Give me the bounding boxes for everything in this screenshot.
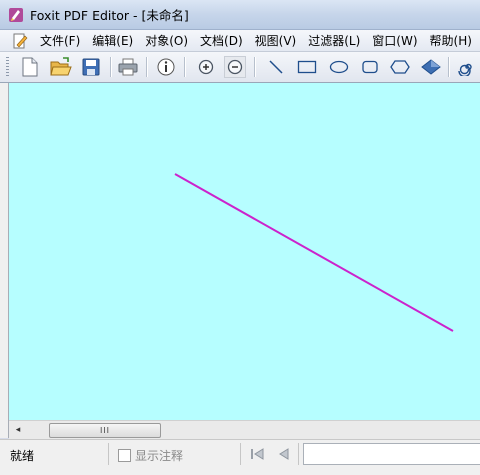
toolbar: [0, 52, 480, 83]
scroll-thumb[interactable]: III: [49, 423, 161, 438]
canvas-drawing: [174, 173, 454, 332]
title-bar: Foxit PDF Editor - [未命名]: [0, 0, 480, 30]
open-folder-icon: [50, 57, 72, 76]
show-annotations-label: 显示注释: [135, 449, 184, 463]
toolbar-separator: [184, 57, 186, 77]
spiral-tool-button[interactable]: [456, 56, 478, 78]
status-separator: [240, 443, 241, 465]
scroll-left-arrow[interactable]: ◂: [11, 423, 25, 437]
ellipse-tool-icon: [329, 60, 349, 74]
menu-window[interactable]: 窗口(W): [366, 32, 423, 49]
document-canvas[interactable]: [9, 83, 480, 420]
rectangle-tool-button[interactable]: [296, 56, 318, 78]
zoom-in-icon: [198, 59, 214, 75]
menu-object[interactable]: 对象(O): [139, 32, 194, 49]
toolbar-separator: [146, 57, 148, 77]
menu-filter[interactable]: 过滤器(L): [302, 32, 366, 49]
toolbar-separator: [448, 57, 450, 77]
info-icon: [157, 58, 175, 76]
first-page-icon: [251, 448, 264, 460]
page-number-field[interactable]: [303, 443, 480, 465]
zoom-in-button[interactable]: [195, 56, 217, 78]
info-button[interactable]: [155, 56, 177, 78]
document-edit-icon[interactable]: [12, 33, 28, 49]
save-button[interactable]: [80, 56, 102, 78]
status-separator: [108, 443, 109, 465]
menu-document[interactable]: 文档(D): [194, 32, 249, 49]
menu-bar: 文件(F) 编辑(E) 对象(O) 文档(D) 视图(V) 过滤器(L) 窗口(…: [0, 30, 480, 52]
toolbar-separator: [254, 57, 256, 77]
left-gutter: [0, 83, 9, 438]
hexagon-tool-icon: [390, 60, 410, 74]
menu-file[interactable]: 文件(F): [34, 32, 86, 49]
horizontal-scrollbar[interactable]: ◂ III: [9, 420, 480, 439]
new-document-icon: [22, 57, 38, 77]
spiral-tool-icon: [458, 63, 472, 76]
previous-page-icon: [279, 448, 289, 460]
menu-help[interactable]: 帮助(H): [424, 32, 478, 49]
ellipse-tool-button[interactable]: [328, 56, 350, 78]
show-annotations-toggle[interactable]: 显示注释: [118, 447, 183, 464]
open-button[interactable]: [50, 56, 72, 78]
first-page-button[interactable]: [247, 444, 267, 464]
line-tool-button[interactable]: [265, 56, 287, 78]
hexagon-tool-button[interactable]: [389, 56, 411, 78]
status-text: 就绪: [10, 449, 35, 463]
new-document-button[interactable]: [19, 56, 41, 78]
diamond-shape-icon: [421, 59, 441, 75]
rounded-rectangle-tool-icon: [362, 60, 378, 74]
line-tool-icon: [269, 60, 283, 74]
printer-icon: [118, 58, 138, 76]
status-bar: 就绪 显示注释: [0, 439, 480, 475]
toolbar-separator: [110, 57, 112, 77]
foxit-app-icon: [9, 7, 23, 22]
toolbar-grip[interactable]: [6, 57, 9, 77]
status-separator: [298, 443, 299, 465]
rectangle-tool-icon: [297, 60, 317, 74]
save-disk-icon: [82, 58, 100, 76]
diamond-tool-button[interactable]: [420, 56, 442, 78]
drawn-line[interactable]: [174, 173, 454, 332]
menu-edit[interactable]: 编辑(E): [86, 32, 139, 49]
menu-view[interactable]: 视图(V): [249, 32, 303, 49]
previous-page-button[interactable]: [274, 444, 294, 464]
rounded-rectangle-tool-button[interactable]: [359, 56, 381, 78]
zoom-out-icon: [227, 59, 243, 75]
window-title: Foxit PDF Editor - [未命名]: [30, 8, 189, 23]
print-button[interactable]: [117, 56, 139, 78]
zoom-out-button[interactable]: [224, 56, 246, 78]
show-annotations-checkbox[interactable]: [118, 449, 131, 462]
